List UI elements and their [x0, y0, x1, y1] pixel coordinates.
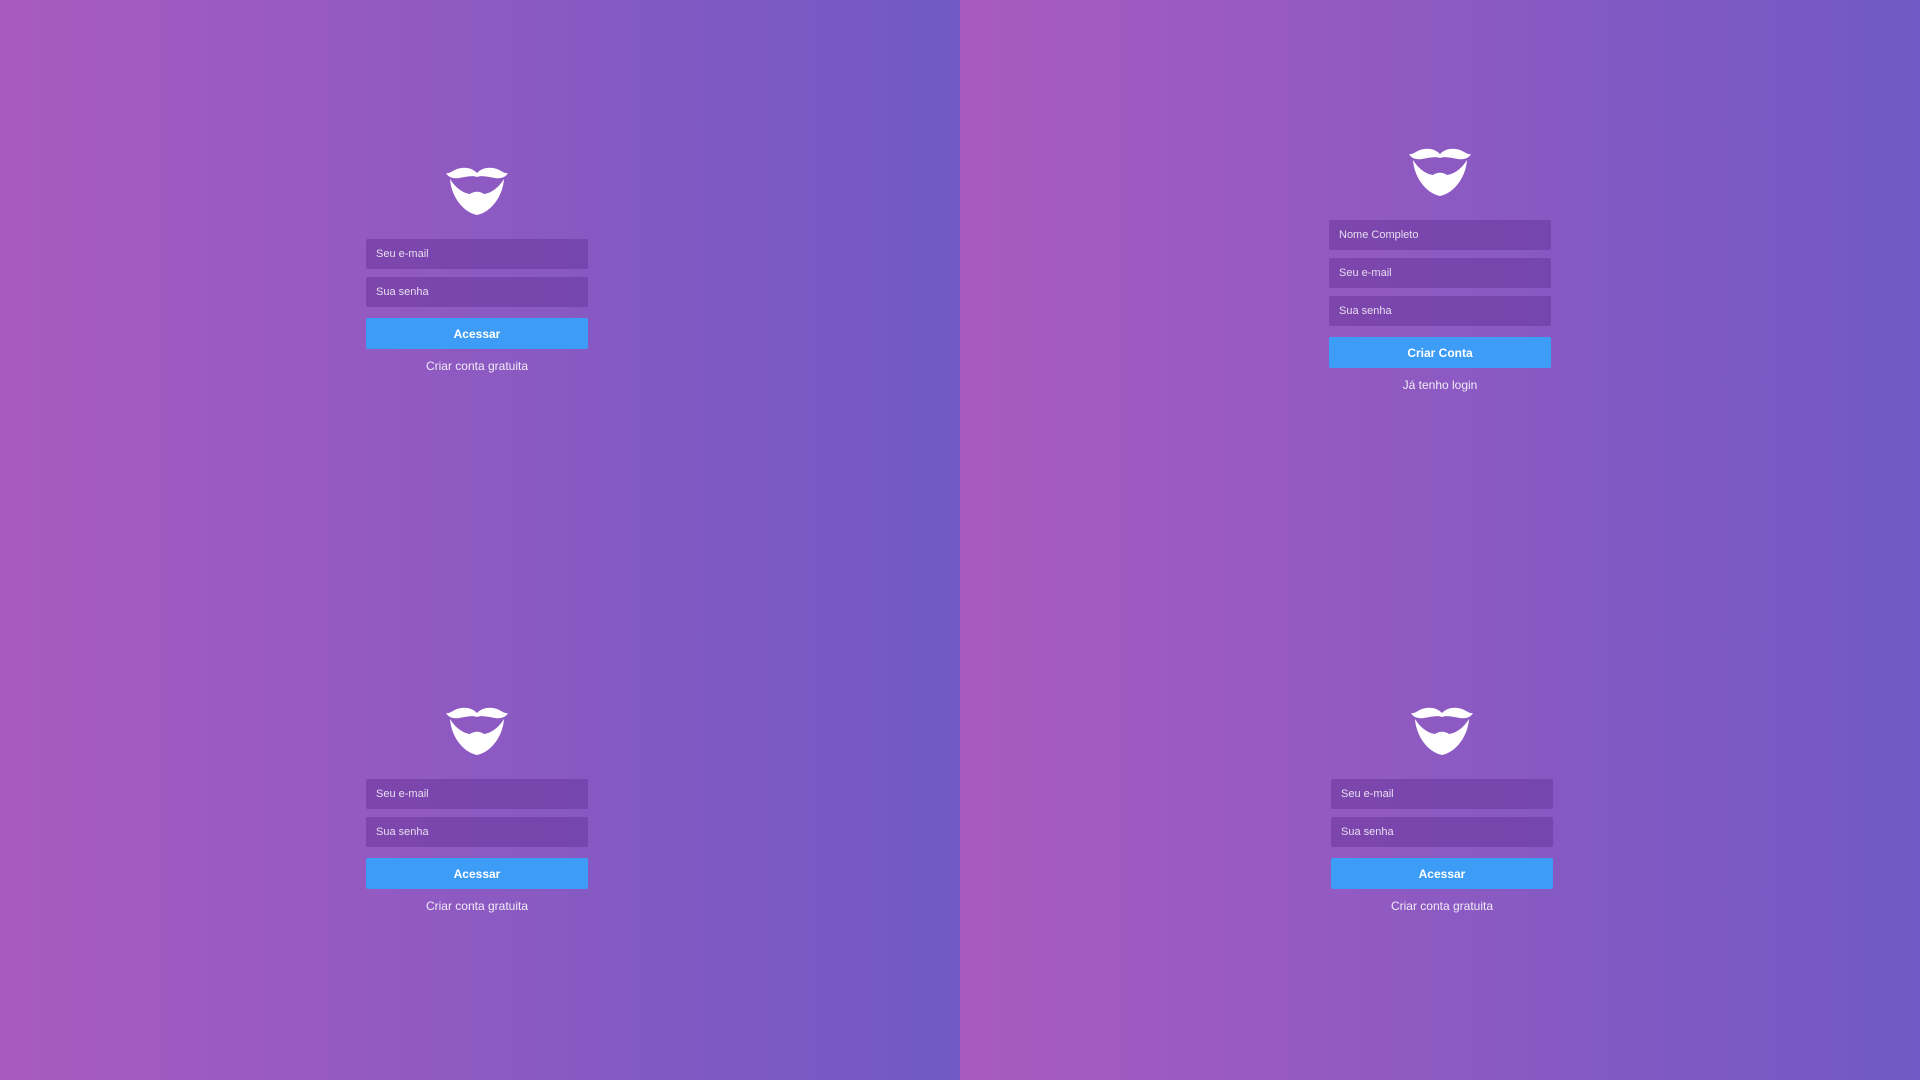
signup-screen-top-right: Criar Conta Já tenho login — [960, 0, 1920, 540]
have-login-link[interactable]: Já tenho login — [1403, 378, 1478, 392]
password-field[interactable] — [366, 277, 588, 307]
password-field[interactable] — [1329, 296, 1551, 326]
login-screen-bottom-right: Acessar Criar conta gratuita — [960, 540, 1920, 1080]
login-form: Acessar Criar conta gratuita — [366, 165, 588, 373]
acessar-button[interactable]: Acessar — [366, 858, 588, 889]
signup-form: Criar Conta Já tenho login — [1329, 146, 1551, 392]
full-name-field[interactable] — [1329, 220, 1551, 250]
email-field[interactable] — [366, 779, 588, 809]
criar-conta-button[interactable]: Criar Conta — [1329, 337, 1551, 368]
create-account-link[interactable]: Criar conta gratuita — [426, 899, 528, 913]
login-screen-top-left: Acessar Criar conta gratuita — [0, 0, 960, 540]
email-field[interactable] — [366, 239, 588, 269]
mustache-goatee-icon — [1409, 705, 1475, 757]
mustache-goatee-icon — [1407, 146, 1473, 198]
password-field[interactable] — [366, 817, 588, 847]
login-form: Acessar Criar conta gratuita — [366, 705, 588, 913]
mustache-goatee-icon — [444, 705, 510, 757]
login-form: Acessar Criar conta gratuita — [1331, 705, 1553, 913]
acessar-button[interactable]: Acessar — [1331, 858, 1553, 889]
screen-grid: Acessar Criar conta gratuita Criar Conta… — [0, 0, 1920, 1080]
email-field[interactable] — [1331, 779, 1553, 809]
email-field[interactable] — [1329, 258, 1551, 288]
login-screen-bottom-left: Acessar Criar conta gratuita — [0, 540, 960, 1080]
create-account-link[interactable]: Criar conta gratuita — [1391, 899, 1493, 913]
mustache-goatee-icon — [444, 165, 510, 217]
create-account-link[interactable]: Criar conta gratuita — [426, 359, 528, 373]
acessar-button[interactable]: Acessar — [366, 318, 588, 349]
password-field[interactable] — [1331, 817, 1553, 847]
